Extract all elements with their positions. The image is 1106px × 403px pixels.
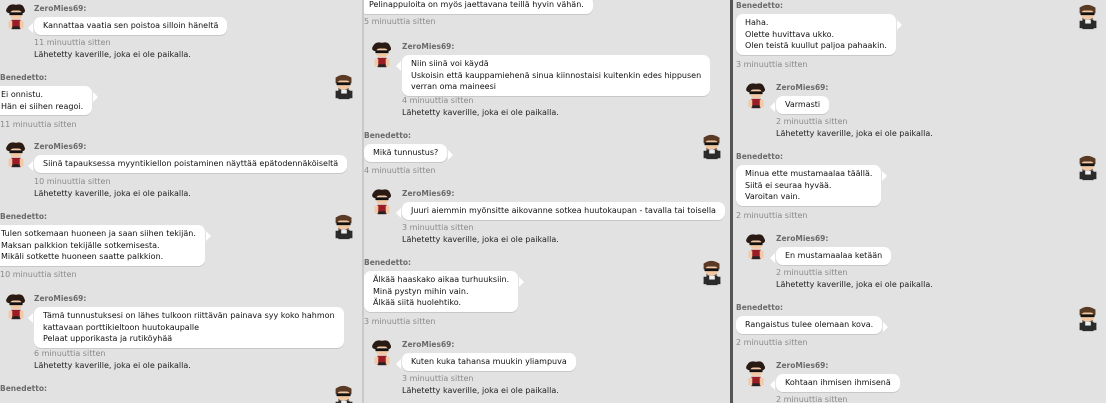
chat-panel-2[interactable]: Pelinappuloita on myös jaettavana teillä… [364,0,730,403]
message-bubble: Kohtaan ihmisen ihmisenä [770,374,900,392]
message-bubble: Minua ette mustamaalaa täällä. Siitä ei … [736,165,888,206]
benedetto-avatar-icon [335,214,353,240]
message-author: Benedetto: [0,384,48,393]
message-bubble: Niin siinä voi käydä Uskoisin että kaupp… [395,55,711,96]
message-author: Benedetto: [0,73,48,82]
message-bubble: Tulen sotkemaan huoneen ja saan siihen t… [0,225,211,266]
message-author: Benedetto: [364,258,412,267]
offline-note: Lähetetty kaverille, joka ei ole paikall… [402,235,559,244]
message-author: ZeroMies69: [34,4,87,13]
message-author: Benedetto: [364,131,412,140]
message-author: ZeroMies69: [34,294,87,303]
zeromies69-avatar-icon [372,189,392,215]
zeromies69-avatar-icon [746,83,766,109]
message-bubble: Kannattaa vaatia sen poistoa silloin hän… [27,17,228,35]
message-bubble: Siinä tapauksessa myyntikiellon poistami… [27,155,348,173]
chat-panel-3[interactable]: Benedetto: Haha. Olette huvittava ukko. … [734,0,1106,403]
zeromies69-avatar-icon [746,361,766,387]
message-author: Benedetto: [0,212,48,221]
message-time: 10 minuuttia sitten [0,270,77,279]
benedetto-avatar-icon [1079,306,1097,332]
message-time: 2 minuuttia sitten [776,395,848,403]
offline-note: Lähetetty kaverille, joka ei ole paikall… [34,361,191,370]
message-time: 4 minuuttia sitten [402,96,474,105]
offline-note: Lähetetty kaverille, joka ei ole paikall… [402,108,559,117]
zeromies69-avatar-icon [372,42,392,68]
message-time: 3 minuuttia sitten [402,374,474,383]
zeromies69-avatar-icon [6,294,26,320]
message-time: 5 minuuttia sitten [364,17,436,26]
message-author: ZeroMies69: [402,189,455,198]
message-time: 2 minuuttia sitten [736,338,808,347]
message-time: 2 minuuttia sitten [776,117,848,126]
message-time: 2 minuuttia sitten [776,268,848,277]
message-bubble: Pelinappuloita on myös jaettavana teillä… [364,0,593,14]
message-bubble: Ei onnistu. Hän ei siihen reagoi. [0,86,99,115]
message-time: 3 minuuttia sitten [736,60,808,69]
message-time: 6 minuuttia sitten [34,349,106,358]
offline-note: Lähetetty kaverille, joka ei ole paikall… [776,280,933,289]
message-time: 11 minuuttia sitten [0,120,77,129]
zeromies69-avatar-icon [746,234,766,260]
message-time: 11 minuuttia sitten [34,38,111,47]
message-bubble: Varmasti [769,96,830,114]
message-time: 4 minuuttia sitten [364,166,436,175]
benedetto-avatar-icon [703,260,721,286]
message-bubble: Juuri aiemmin myönsitte aikovanne sotkea… [396,202,725,220]
message-bubble: Tämä tunnustuksesi on lähes tulkoon riit… [28,307,344,348]
offline-note: Lähetetty kaverille, joka ei ole paikall… [34,189,191,198]
message-author: Benedetto: [736,303,784,312]
message-author: ZeroMies69: [402,42,455,51]
message-time: 10 minuuttia sitten [34,177,111,186]
chat-panel-1[interactable]: ZeroMies69: Kannattaa vaatia sen poistoa… [0,0,362,403]
offline-note: Lähetetty kaverille, joka ei ole paikall… [402,386,559,395]
zeromies69-avatar-icon [6,4,26,30]
benedetto-avatar-icon [703,134,721,160]
message-time: 3 minuuttia sitten [364,317,436,326]
zeromies69-avatar-icon [6,142,26,168]
benedetto-avatar-icon [335,385,353,403]
offline-note: Lähetetty kaverille, joka ei ole paikall… [34,50,191,59]
message-bubble: Älkää haaskako aikaa turhuuksiin. Minä p… [364,271,525,312]
message-time: 3 minuuttia sitten [402,223,474,232]
benedetto-avatar-icon [1079,4,1097,30]
message-bubble: En mustamaalaa ketään [769,247,892,265]
zeromies69-avatar-icon [372,340,392,366]
benedetto-avatar-icon [335,74,353,100]
message-author: ZeroMies69: [776,361,829,370]
message-bubble: Kuten kuka tahansa muukin yliampuva [396,353,576,371]
panel-divider [730,0,733,403]
message-author: ZeroMies69: [34,142,87,151]
message-bubble: Rangaistus tulee olemaan kova. [736,316,889,334]
offline-note: Lähetetty kaverille, joka ei ole paikall… [776,129,933,138]
message-author: ZeroMies69: [776,83,829,92]
message-author: Benedetto: [736,152,784,161]
message-bubble: Haha. Olette huvittava ukko. Olen teistä… [736,14,902,55]
message-author: ZeroMies69: [776,234,829,243]
benedetto-avatar-icon [1079,155,1097,181]
message-bubble: Mikä tunnustus? [364,144,454,162]
message-author: ZeroMies69: [402,340,455,349]
message-author: Benedetto: [736,1,784,10]
message-time: 2 minuuttia sitten [736,211,808,220]
